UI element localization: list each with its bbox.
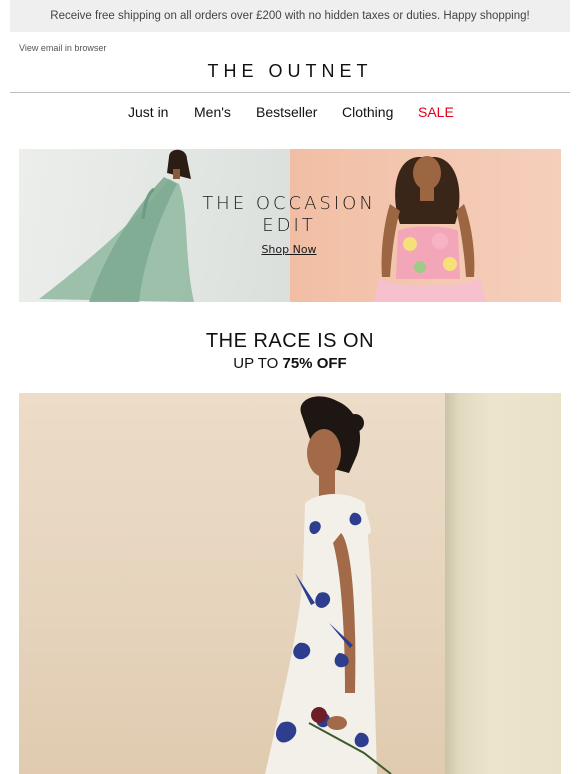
shop-now-link[interactable]: Shop Now	[261, 243, 316, 256]
hero-image[interactable]	[19, 393, 561, 774]
brand-logo[interactable]: THE OUTNET	[0, 61, 580, 82]
nav-item-sale[interactable]: SALE	[418, 104, 454, 120]
promo-headline: THE RACE IS ON	[205, 330, 375, 352]
view-in-browser-link[interactable]: View email in browser	[19, 43, 106, 53]
occasion-edit-banner[interactable]: THE OCCASION EDIT Shop Now	[19, 149, 561, 302]
nav-item-just-in[interactable]: Just in	[128, 104, 168, 120]
shipping-banner-text: Receive free shipping on all orders over…	[50, 10, 530, 22]
nav-item-mens[interactable]: Men's	[194, 104, 231, 120]
floral-dress-model-image	[265, 396, 392, 774]
promo-subhead-prefix: UP TO	[233, 355, 279, 372]
promo-subhead-discount: 75% OFF	[282, 355, 347, 372]
header-divider	[10, 92, 570, 93]
nav-item-bestseller[interactable]: Bestseller	[256, 104, 317, 120]
banner-copy: THE OCCASION EDIT Shop Now	[189, 193, 389, 258]
banner-title-line-2: EDIT	[262, 215, 316, 236]
nav-item-clothing[interactable]: Clothing	[342, 104, 393, 120]
promo-subhead: UP TO 75% OFF	[0, 355, 580, 372]
main-nav: Just in Men's Bestseller Clothing SALE	[0, 104, 580, 122]
shipping-banner: Receive free shipping on all orders over…	[10, 0, 570, 32]
banner-title-line-1: THE OCCASION	[202, 193, 376, 214]
